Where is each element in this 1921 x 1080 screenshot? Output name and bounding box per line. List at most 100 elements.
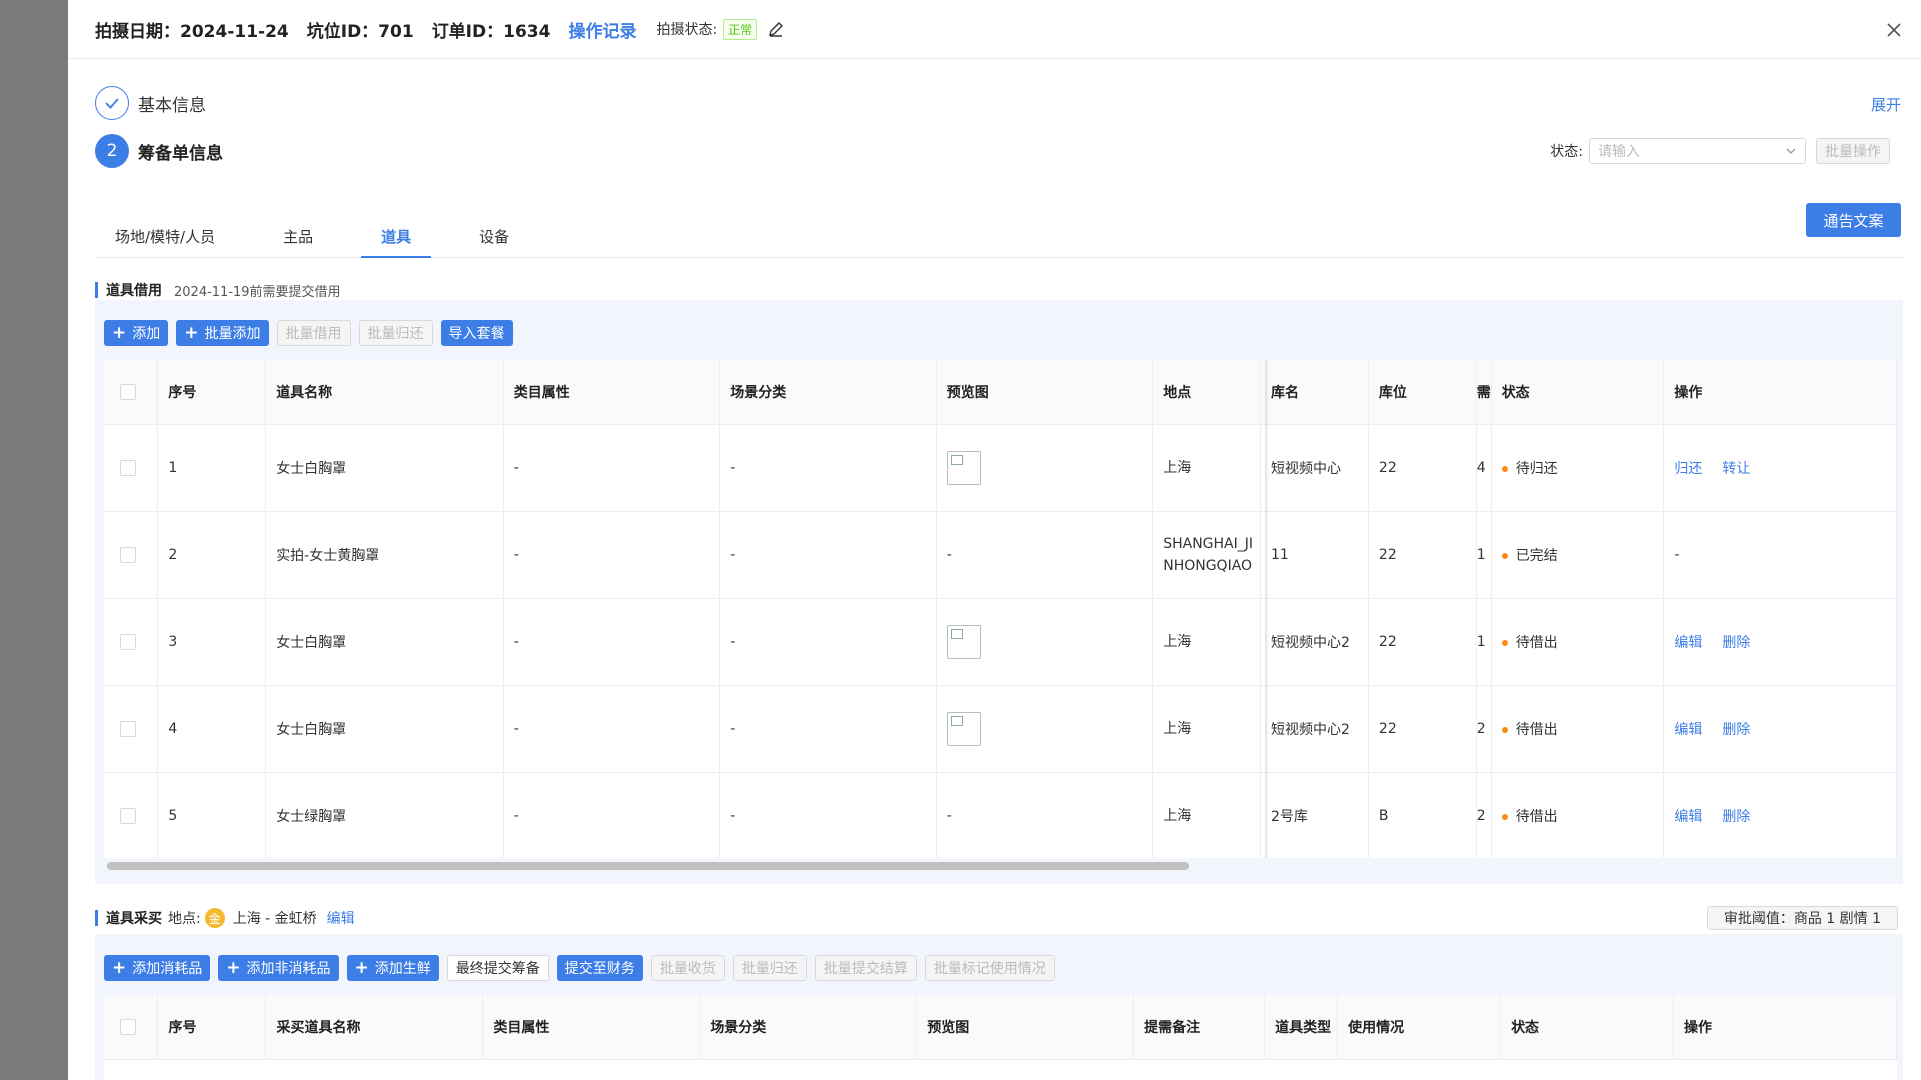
action-link[interactable]: 转让 — [1722, 461, 1750, 477]
modal-backdrop — [0, 0, 68, 1080]
add-nonconsumable-button[interactable]: + 添加非消耗品 — [218, 955, 339, 981]
cell-bin: B — [1368, 772, 1477, 858]
tab-equipment[interactable]: 设备 — [459, 216, 529, 258]
location-gold-icon: 金 — [204, 908, 225, 928]
step-prep-info-label: 筹备单信息 — [138, 143, 223, 164]
preview-placeholder: - — [946, 546, 952, 563]
status-text: 待借出 — [1515, 721, 1558, 738]
col-scene: 场景分类 — [719, 360, 937, 425]
cell-prop-name: 女士白胸罩 — [265, 598, 504, 686]
cell-category: - — [503, 685, 721, 773]
notice-copy-button[interactable]: 通告文案 — [1806, 203, 1901, 237]
purchase-panel: + 添加消耗品 + 添加非消耗品 + 添加生鲜 最终提交筹备 提交至财务 批量收货 批… — [95, 934, 1903, 1080]
step-basic-info[interactable]: 基本信息 — [95, 86, 206, 120]
cell-preview — [936, 598, 1154, 686]
col-library: 库名 — [1260, 360, 1369, 425]
batch-mark-usage-button[interactable]: 批量标记使用情况 — [924, 955, 1055, 981]
preview-image-icon[interactable] — [946, 450, 981, 485]
col-request-note: 提需备注 — [1133, 995, 1266, 1060]
expand-link[interactable]: 展开 — [1871, 94, 1901, 115]
row-checkbox[interactable] — [120, 633, 136, 650]
cell-scene: - — [719, 598, 937, 686]
cell-quantity: 4 — [1476, 424, 1492, 512]
close-icon[interactable] — [1883, 19, 1905, 41]
select-all-cell — [104, 360, 159, 425]
plus-icon: + — [354, 958, 369, 978]
action-link[interactable]: 编辑 — [1674, 722, 1702, 738]
cell-location: 上海 — [1152, 424, 1261, 512]
action-link[interactable]: 删除 — [1722, 635, 1750, 651]
operation-log-link[interactable]: 操作记录 — [568, 17, 636, 42]
shoot-date: 拍摄日期：2024-11-24 — [95, 21, 289, 42]
add-button[interactable]: + 添加 — [104, 320, 169, 346]
status-dot-icon — [1501, 552, 1508, 559]
col-prop-type: 道具类型 — [1264, 995, 1339, 1060]
table-row: 3 女士白胸罩 - - 上海 短视频中心2 22 1 待借出 编辑 删除 — [104, 598, 1897, 686]
batch-borrow-button[interactable]: 批量借用 — [276, 320, 351, 346]
batch-receive-button[interactable]: 批量收货 — [650, 955, 725, 981]
col-status: 状态 — [1500, 995, 1674, 1060]
slot-id: 坑位ID：701 — [306, 21, 414, 42]
tab-props[interactable]: 道具 — [361, 216, 432, 258]
select-all-checkbox[interactable] — [120, 1018, 136, 1035]
table-row: 5 女士绿胸罩 - - - 上海 2号库 B 2 待借出 编辑 删除 — [104, 772, 1897, 858]
cell-library: 2号库 — [1260, 772, 1369, 858]
tab-venue-model-staff[interactable]: 场地/模特/人员 — [95, 216, 235, 258]
plus-icon: + — [184, 323, 199, 343]
purchase-table: 序号 采买道具名称 类目属性 场景分类 预览图 提需备注 道具类型 使用情况 状… — [104, 995, 1897, 1080]
preview-image-icon[interactable] — [946, 711, 981, 746]
row-checkbox[interactable] — [120, 720, 136, 737]
col-preview: 预览图 — [936, 360, 1154, 425]
purchase-section-title: 道具采买 地点: 金 上海 - 金虹桥 编辑 — [95, 908, 355, 928]
tab-main-product[interactable]: 主品 — [263, 216, 333, 258]
cell-actions: 编辑 删除 — [1663, 598, 1897, 686]
action-link[interactable]: 编辑 — [1674, 635, 1702, 651]
batch-operation-button[interactable]: 批量操作 — [1816, 138, 1890, 164]
cell-prop-name: 实拍-女士黄胸罩 — [265, 511, 504, 599]
edit-location-link[interactable]: 编辑 — [327, 908, 355, 928]
select-cell — [104, 424, 159, 512]
row-checkbox[interactable] — [120, 807, 136, 824]
select-all-checkbox[interactable] — [120, 383, 136, 400]
cell-preview: - — [936, 511, 1154, 599]
cell-no: 4 — [157, 685, 267, 773]
col-category: 类目属性 — [482, 995, 701, 1060]
cell-prop-name: 女士白胸罩 — [265, 424, 504, 512]
status-select[interactable]: 请输入 — [1589, 138, 1806, 164]
add-consumable-button[interactable]: + 添加消耗品 — [104, 955, 211, 981]
plus-icon: + — [112, 323, 127, 343]
cell-quantity: 1 — [1476, 598, 1492, 686]
action-link[interactable]: 删除 — [1722, 809, 1750, 825]
batch-return-button[interactable]: 批量归还 — [732, 955, 807, 981]
select-cell — [104, 511, 159, 599]
submit-finance-button[interactable]: 提交至财务 — [556, 955, 643, 981]
row-checkbox[interactable] — [120, 546, 136, 563]
edit-status-icon[interactable] — [767, 20, 785, 38]
action-link[interactable]: 编辑 — [1674, 809, 1702, 825]
horizontal-scrollbar[interactable] — [107, 862, 1189, 870]
cell-quantity: 1 — [1476, 511, 1492, 599]
final-submit-button[interactable]: 最终提交筹备 — [446, 955, 549, 981]
borrow-toolbar: + 添加 + 批量添加 批量借用 批量归还 导入套餐 — [104, 320, 521, 346]
cell-preview — [936, 685, 1154, 773]
batch-settle-button[interactable]: 批量提交结算 — [814, 955, 917, 981]
col-preview: 预览图 — [916, 995, 1135, 1060]
select-cell — [104, 685, 159, 773]
plus-icon: + — [226, 958, 241, 978]
action-link[interactable]: 归还 — [1674, 461, 1702, 477]
step-prep-info[interactable]: 2 筹备单信息 — [95, 134, 223, 168]
cell-preview — [936, 424, 1154, 512]
cell-library: 短视频中心2 — [1260, 598, 1369, 686]
action-link[interactable]: 删除 — [1722, 722, 1750, 738]
batch-add-button[interactable]: + 批量添加 — [176, 320, 269, 346]
chevron-down-icon — [1786, 148, 1796, 154]
batch-return-button[interactable]: 批量归还 — [358, 320, 433, 346]
import-package-button[interactable]: 导入套餐 — [440, 320, 513, 346]
add-fresh-label: 添加生鲜 — [374, 961, 431, 977]
add-fresh-button[interactable]: + 添加生鲜 — [346, 955, 439, 981]
cell-location: 上海 — [1152, 772, 1261, 858]
order-id: 订单ID：1634 — [431, 21, 551, 42]
row-checkbox[interactable] — [120, 459, 136, 476]
preview-image-icon[interactable] — [946, 624, 981, 659]
cell-status: 待借出 — [1491, 685, 1665, 773]
